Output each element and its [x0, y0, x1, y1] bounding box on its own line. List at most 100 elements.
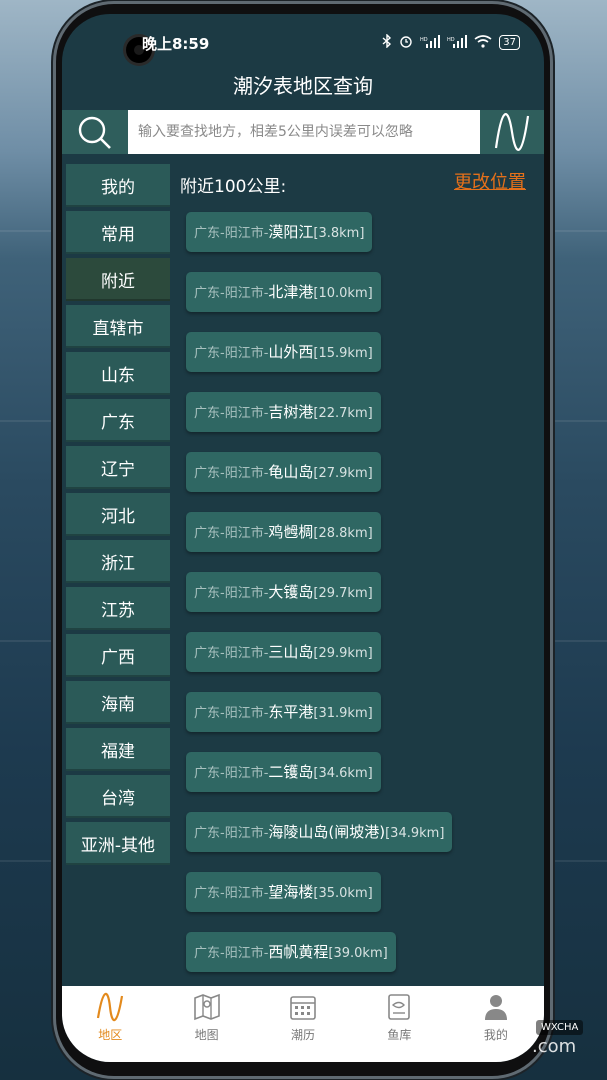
sidebar-item[interactable]: 广东 [66, 399, 170, 442]
wifi-icon [474, 34, 492, 51]
place-region: 广东-阳江市- [194, 406, 269, 421]
place-region: 广东-阳江市- [194, 286, 269, 301]
place-chip[interactable]: 广东-阳江市-三山岛[29.9km] [186, 632, 381, 672]
tab-label: 地区 [98, 1028, 123, 1042]
place-region: 广东-阳江市- [194, 826, 269, 841]
place-region: 广东-阳江市- [194, 766, 269, 781]
place-distance: [28.8km] [313, 526, 373, 541]
alarm-icon [399, 34, 413, 51]
tab-label: 我的 [483, 1028, 508, 1042]
place-name: 西帆黄程 [268, 943, 329, 961]
sidebar-item[interactable]: 广西 [66, 634, 170, 677]
list-item: 广东-阳江市-三山岛[29.9km] [186, 632, 536, 692]
list-item: 广东-阳江市-山外西[15.9km] [186, 332, 536, 392]
sidebar-item[interactable]: 常用 [66, 211, 170, 254]
tab-label: 潮历 [291, 1028, 316, 1042]
place-chip[interactable]: 广东-阳江市-北津港[10.0km] [186, 272, 381, 312]
place-chip[interactable]: 广东-阳江市-大镬岛[29.7km] [186, 572, 381, 612]
search-button[interactable] [62, 110, 128, 154]
tab-region[interactable]: 地区 [62, 986, 158, 1062]
list-item: 广东-阳江市-大镬岛[29.7km] [186, 572, 536, 632]
place-distance: [27.9km] [313, 466, 373, 481]
sidebar-item[interactable]: 直辖市 [66, 305, 170, 348]
sidebar-item[interactable]: 附近 [66, 258, 170, 301]
place-distance: [3.8km] [313, 226, 365, 241]
status-icons: HD HD 37 [382, 33, 520, 51]
page-title: 潮汐表地区查询 [233, 74, 373, 98]
place-name: 东平港 [268, 703, 314, 721]
place-distance: [34.9km] [385, 826, 445, 841]
svg-text:HD: HD [420, 37, 428, 43]
sidebar-item[interactable]: 海南 [66, 681, 170, 724]
tide-wave-icon [97, 993, 124, 1021]
place-chip[interactable]: 广东-阳江市-望海楼[35.0km] [186, 872, 381, 912]
place-chip[interactable]: 广东-阳江市-东平港[31.9km] [186, 692, 381, 732]
watermark-logo: 微 [452, 1016, 479, 1046]
sidebar-item[interactable]: 辽宁 [66, 446, 170, 489]
place-chip[interactable]: 广东-阳江市-鸡乸椆[28.8km] [186, 512, 381, 552]
tab-label: 鱼库 [387, 1028, 412, 1042]
place-chip[interactable]: 广东-阳江市-龟山岛[27.9km] [186, 452, 381, 492]
sidebar-item[interactable]: 台湾 [66, 775, 170, 818]
tab-fish-library[interactable]: 鱼库 [351, 986, 447, 1062]
place-chip[interactable]: 广东-阳江市-山外西[15.9km] [186, 332, 381, 372]
place-distance: [34.6km] [313, 766, 373, 781]
place-name: 海陵山岛(闸坡港) [268, 823, 386, 841]
person-icon [484, 995, 507, 1020]
place-chip[interactable]: 广东-阳江市-海陵山岛(闸坡港)[34.9km] [186, 812, 453, 852]
status-bar: 晚上8:59 HD HD 37 [62, 14, 544, 63]
place-region: 广东-阳江市- [194, 346, 269, 361]
signal-hd-icon: HD [420, 34, 441, 51]
signal-hd-icon: HD [447, 34, 468, 51]
place-name: 龟山岛 [268, 463, 314, 481]
place-name: 北津港 [268, 283, 314, 301]
sidebar-item[interactable]: 江苏 [66, 587, 170, 630]
place-chip[interactable]: 广东-阳江市-二镬岛[34.6km] [186, 752, 381, 792]
list-item: 广东-阳江市-二镬岛[34.6km] [186, 752, 536, 812]
place-distance: [29.9km] [313, 646, 373, 661]
sidebar-item[interactable]: 我的 [66, 164, 170, 207]
place-region: 广东-阳江市- [194, 526, 269, 541]
svg-text:HD: HD [447, 37, 455, 43]
place-name: 望海楼 [268, 883, 314, 901]
search-row [62, 110, 544, 154]
place-chip[interactable]: 广东-阳江市-西帆黄程[39.0km] [186, 932, 396, 972]
tab-map[interactable]: 地图 [158, 986, 254, 1062]
watermark-badge: WXCHA [536, 1020, 584, 1035]
map-icon [193, 993, 220, 1021]
sidebar-item[interactable]: 浙江 [66, 540, 170, 583]
place-distance: [15.9km] [313, 346, 373, 361]
place-name: 大镬岛 [268, 583, 314, 601]
phone-screen: 晚上8:59 HD HD 37 潮汐表地区查询 输入要查找地方，相差5公里内误差… [62, 14, 544, 1062]
list-item: 广东-阳江市-吉树港[22.7km] [186, 392, 536, 452]
place-distance: [22.7km] [313, 406, 373, 421]
search-icon [78, 116, 111, 149]
place-distance: [31.9km] [313, 706, 373, 721]
list-item: 广东-阳江市-鸡乸椆[28.8km] [186, 512, 536, 572]
place-distance: [35.0km] [313, 886, 373, 901]
bluetooth-icon [382, 33, 392, 51]
fish-book-icon [388, 994, 411, 1020]
place-name: 二镬岛 [268, 763, 314, 781]
list-item: 广东-阳江市-东平港[31.9km] [186, 692, 536, 752]
place-region: 广东-阳江市- [194, 946, 269, 961]
sidebar-item[interactable]: 河北 [66, 493, 170, 536]
place-region: 广东-阳江市- [194, 226, 269, 241]
battery-icon: 37 [499, 35, 520, 50]
place-region: 广东-阳江市- [194, 646, 269, 661]
list-item: 广东-阳江市-北津港[10.0km] [186, 272, 536, 332]
tab-tide-calendar[interactable]: 潮历 [255, 986, 351, 1062]
search-input[interactable] [128, 110, 480, 154]
change-location-link[interactable]: 更改位置 [454, 168, 526, 194]
place-chip[interactable]: 广东-阳江市-漠阳江[3.8km] [186, 212, 373, 252]
nearby-place-list: 广东-阳江市-漠阳江[3.8km] 广东-阳江市-北津港[10.0km] 广东-阳江… [186, 212, 536, 992]
tide-curve-button[interactable] [480, 110, 544, 154]
calendar-icon [290, 996, 316, 1020]
sidebar-item[interactable]: 山东 [66, 352, 170, 395]
status-time: 晚上8:59 [142, 35, 210, 53]
sidebar-item[interactable]: 亚洲-其他 [66, 822, 170, 865]
place-name: 鸡乸椆 [268, 523, 314, 541]
sidebar-item[interactable]: 福建 [66, 728, 170, 771]
list-item: 广东-阳江市-西帆黄程[39.0km] [186, 932, 536, 992]
place-chip[interactable]: 广东-阳江市-吉树港[22.7km] [186, 392, 381, 432]
